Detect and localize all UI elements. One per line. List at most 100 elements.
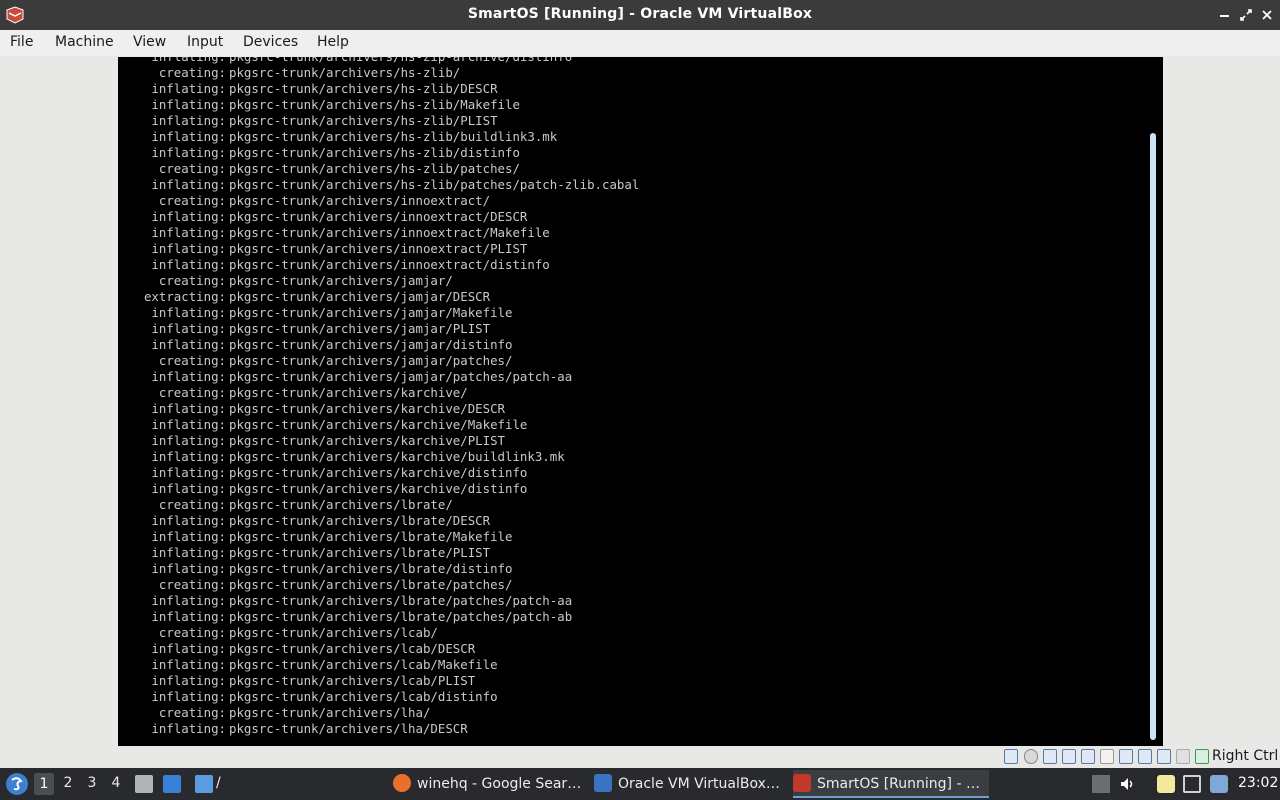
restore-icon[interactable] (1237, 6, 1255, 24)
console-verb: inflating: (151, 321, 226, 336)
title-bar[interactable]: SmartOS [Running] - Oracle VM VirtualBox (0, 0, 1280, 30)
audio-icon[interactable] (1043, 749, 1057, 764)
console-line: inflating: pkgsrc-trunk/archivers/jamjar/… (118, 337, 1148, 353)
display-icon[interactable] (1119, 749, 1133, 764)
console-verb: inflating: (151, 433, 226, 448)
console-line: inflating: pkgsrc-trunk/archivers/lbrate/… (118, 529, 1148, 545)
console-verb: inflating: (151, 129, 226, 144)
console-verb: inflating: (151, 721, 226, 736)
console-path: pkgsrc-trunk/archivers/hs-zlib/DESCR (229, 81, 498, 96)
console-path: pkgsrc-trunk/archivers/lbrate/DESCR (229, 513, 491, 528)
close-icon[interactable] (1258, 6, 1276, 24)
console-verb: creating: (158, 65, 226, 80)
video-capture-icon[interactable] (1138, 749, 1152, 764)
console-verb: inflating: (151, 305, 226, 320)
console-path: pkgsrc-trunk/archivers/karchive/distinfo (229, 481, 528, 496)
console-line: inflating: pkgsrc-trunk/archivers/karchiv… (118, 433, 1148, 449)
usb-icon[interactable] (1081, 749, 1095, 764)
console-line: inflating: pkgsrc-trunk/archivers/karchiv… (118, 417, 1148, 433)
console-line: extracting: pkgsrc-trunk/archivers/jamjar… (118, 289, 1148, 305)
console-line: creating: pkgsrc-trunk/archivers/lbrate/p… (118, 577, 1148, 593)
folder-icon[interactable] (195, 775, 213, 793)
console-verb: creating: (158, 193, 226, 208)
console-path: pkgsrc-trunk/archivers/hs-zip-archive/di… (226, 57, 572, 64)
console-verb: inflating: (151, 241, 226, 256)
menu-help[interactable]: Help (317, 34, 349, 50)
console-scrollbar[interactable] (1150, 133, 1156, 740)
console-verb: inflating: (151, 225, 226, 240)
console-line: inflating: pkgsrc-trunk/archivers/jamjar/… (118, 369, 1148, 385)
path-label: / (216, 775, 221, 791)
console-verb: creating: (158, 161, 226, 176)
console-verb: creating: (158, 497, 226, 512)
workspace-4[interactable]: 4 (106, 775, 126, 791)
console-verb: inflating: (151, 337, 226, 352)
console-verb: inflating: (151, 449, 226, 464)
console-verb: creating: (158, 385, 226, 400)
optical-drive-icon[interactable] (1024, 749, 1038, 764)
console-line: inflating: pkgsrc-trunk/archivers/karchiv… (118, 449, 1148, 465)
console-path: pkgsrc-trunk/archivers/lha/ (229, 705, 431, 720)
console-path: pkgsrc-trunk/archivers/karchive/DESCR (229, 401, 506, 416)
console-verb: inflating: (151, 465, 226, 480)
console-verb: inflating: (151, 81, 226, 96)
console-path: pkgsrc-trunk/archivers/lbrate/patches/ (229, 577, 513, 592)
console-path: pkgsrc-trunk/archivers/lbrate/Makefile (229, 529, 513, 544)
task-virtualbox-manager[interactable]: Oracle VM VirtualBox… (594, 770, 790, 798)
console-line: inflating: pkgsrc-trunk/archivers/innoext… (118, 225, 1148, 241)
volume-icon[interactable] (1118, 775, 1136, 793)
console-line: inflating: pkgsrc-trunk/archivers/karchiv… (118, 481, 1148, 497)
cpu-icon[interactable] (1157, 749, 1171, 764)
menu-machine[interactable]: Machine (55, 34, 114, 50)
console-line: inflating: pkgsrc-trunk/archivers/lcab/PL… (118, 673, 1148, 689)
network-tray-icon[interactable] (1183, 775, 1201, 793)
console-path: pkgsrc-trunk/archivers/innoextract/DESCR (229, 209, 528, 224)
console-verb: inflating: (151, 513, 226, 528)
console-verb: inflating: (118, 57, 226, 65)
clipboard-icon[interactable] (1157, 775, 1175, 793)
console-path: pkgsrc-trunk/archivers/lbrate/distinfo (229, 561, 513, 576)
hard-disk-icon[interactable] (1004, 749, 1018, 764)
console-verb: inflating: (151, 481, 226, 496)
desktop-launcher-icon[interactable] (163, 775, 181, 793)
console-verb: extracting: (143, 289, 226, 304)
workspace-2[interactable]: 2 (58, 775, 78, 791)
workspace-3[interactable]: 3 (82, 775, 102, 791)
task-label: SmartOS [Running] - … (817, 776, 980, 792)
console-verb: creating: (158, 353, 226, 368)
console-path: pkgsrc-trunk/archivers/hs-zlib/patches/ (229, 161, 520, 176)
workspace-1[interactable]: 1 (34, 773, 54, 795)
keyboard-icon[interactable] (1195, 749, 1209, 764)
console-line: inflating: pkgsrc-trunk/archivers/lbrate/… (118, 593, 1148, 609)
battery-icon[interactable] (1210, 775, 1228, 793)
task-smartos-vm[interactable]: SmartOS [Running] - … (793, 770, 989, 798)
menu-input[interactable]: Input (187, 34, 223, 50)
file-manager-launcher-icon[interactable] (135, 775, 153, 793)
console-path: pkgsrc-trunk/archivers/hs-zlib/buildlink… (229, 129, 558, 144)
start-menu-icon[interactable] (4, 771, 30, 797)
menu-devices[interactable]: Devices (243, 34, 298, 50)
console-line: creating: pkgsrc-trunk/archivers/lha/ (118, 705, 1148, 721)
virtualbox-icon (594, 774, 612, 792)
console-path: pkgsrc-trunk/archivers/jamjar/distinfo (229, 337, 513, 352)
console-path: pkgsrc-trunk/archivers/karchive/distinfo (229, 465, 528, 480)
menu-view[interactable]: View (133, 34, 166, 50)
menu-file[interactable]: File (10, 34, 33, 50)
console-line: inflating: pkgsrc-trunk/archivers/lha/DES… (118, 721, 1148, 737)
task-label: Oracle VM VirtualBox… (618, 776, 780, 792)
console-line: inflating: pkgsrc-trunk/archivers/jamjar/… (118, 321, 1148, 337)
task-firefox[interactable]: winehq - Google Sear… (393, 770, 589, 798)
network-icon[interactable] (1062, 749, 1076, 764)
console-line: inflating: pkgsrc-trunk/archivers/innoext… (118, 241, 1148, 257)
console-path: pkgsrc-trunk/archivers/jamjar/Makefile (229, 305, 513, 320)
minimize-icon[interactable] (1216, 6, 1234, 24)
mouse-integration-icon[interactable] (1176, 749, 1190, 764)
shared-folder-icon[interactable] (1100, 749, 1114, 764)
console-path: pkgsrc-trunk/archivers/lcab/DESCR (229, 641, 476, 656)
console-path: pkgsrc-trunk/archivers/innoextract/ (229, 193, 491, 208)
console-line: inflating: pkgsrc-trunk/archivers/lcab/di… (118, 689, 1148, 705)
console-line: inflating: pkgsrc-trunk/archivers/lcab/Ma… (118, 657, 1148, 673)
vm-console[interactable]: inflating:pkgsrc-trunk/archivers/hs-zip-… (118, 57, 1163, 746)
console-line: inflating: pkgsrc-trunk/archivers/innoext… (118, 209, 1148, 225)
eject-icon[interactable] (1092, 775, 1110, 793)
